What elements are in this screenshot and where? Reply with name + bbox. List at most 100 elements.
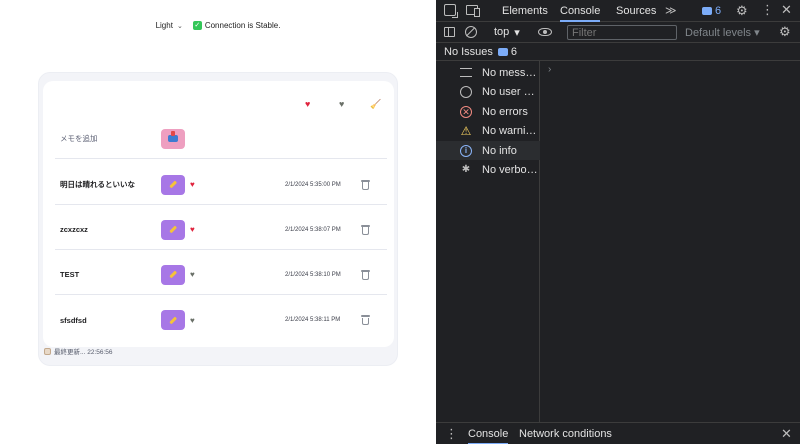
calendar-icon xyxy=(44,347,51,355)
message-count: 6 xyxy=(715,5,722,17)
filter-input[interactable] xyxy=(567,25,677,40)
sidebar-item-label: No verbose xyxy=(482,163,538,176)
chat-icon xyxy=(497,47,508,56)
sidebar-toggle-icon[interactable] xyxy=(444,27,455,37)
more-options-icon[interactable]: ⋮ xyxy=(761,3,774,16)
pencil-icon xyxy=(169,270,177,279)
chevron-down-icon: ⌄ xyxy=(176,22,183,30)
trash-icon[interactable] xyxy=(361,224,370,235)
memo-row: TEST ♥ 2/1/2024 5:38:10 PM xyxy=(55,255,387,295)
favorites-filter-icon[interactable]: ♥ xyxy=(305,99,310,109)
theme-select[interactable]: Light ⌄ xyxy=(156,21,183,30)
sidebar-item-messages[interactable]: No messages xyxy=(436,63,540,82)
bug-icon: ✱ xyxy=(461,163,471,175)
edit-button[interactable] xyxy=(161,174,185,195)
issues-bar: No Issues 6 xyxy=(436,43,800,61)
context-select[interactable]: top ▾ xyxy=(494,26,520,39)
tab-console[interactable]: Console xyxy=(560,0,601,22)
console-toolbar: top ▾ Default levels ▾ ⚙ xyxy=(436,22,800,43)
app-pane: Light ⌄ ✓ Connection is Stable. ♥ ♥ 🧹 メモ… xyxy=(0,0,436,444)
memo-text: zcxzcxz xyxy=(60,225,88,234)
connection-text: Connection is Stable. xyxy=(204,21,281,30)
devtools-drawer: ⋮ Console Network conditions ✕ xyxy=(436,422,800,444)
sidebar-item-info[interactable]: i No info xyxy=(436,141,540,160)
edit-button[interactable] xyxy=(161,310,185,330)
sidebar-item-label: No errors xyxy=(482,105,528,118)
settings-gear-icon[interactable]: ⚙ xyxy=(736,4,748,17)
devtools-tab-bar: Elements Console Sources ≫ 6 ⚙ ⋮ ✕ xyxy=(436,0,800,22)
sidebar-item-label: No user messages xyxy=(482,85,538,98)
issues-count: 6 xyxy=(510,45,518,58)
add-memo-row: メモを追加 xyxy=(55,119,387,159)
drawer-tab-network-conditions[interactable]: Network conditions xyxy=(519,423,612,444)
sidebar-item-errors[interactable]: ✕ No errors xyxy=(436,102,540,121)
last-updated: 最終更新... 22:56:56 xyxy=(44,346,113,356)
trash-icon[interactable] xyxy=(361,179,370,190)
inspect-element-icon[interactable] xyxy=(444,4,458,18)
sidebar-item-warnings[interactable]: ⚠ No warnings xyxy=(436,121,540,140)
memo-text: 明日は晴れるといいな xyxy=(60,180,135,189)
sidebar-item-label: No info xyxy=(482,144,517,157)
memo-row: 明日は晴れるといいな ♥ 2/1/2024 5:35:00 PM xyxy=(55,165,387,205)
close-icon[interactable]: ✕ xyxy=(781,3,792,16)
edit-button[interactable] xyxy=(161,219,185,240)
unfavorited-filter-icon[interactable]: ♥ xyxy=(339,99,344,109)
memo-row: sfsdfsd ♥ 2/1/2024 5:38:11 PM xyxy=(55,300,387,340)
tab-sources[interactable]: Sources xyxy=(616,0,656,22)
check-icon: ✓ xyxy=(192,21,202,30)
list-icon xyxy=(460,68,472,77)
broom-icon[interactable]: 🧹 xyxy=(370,99,381,110)
pencil-icon xyxy=(169,180,177,189)
triangle-down-icon: ▾ xyxy=(514,27,520,39)
issues-count-badge[interactable]: 6 xyxy=(497,45,518,58)
drawer-menu-icon[interactable]: ⋮ xyxy=(445,426,458,442)
issues-label: No Issues xyxy=(444,45,493,58)
trash-icon[interactable] xyxy=(361,269,370,280)
memo-text: sfsdfsd xyxy=(60,315,87,325)
console-settings-gear-icon[interactable]: ⚙ xyxy=(779,25,791,38)
sidebar-item-user-messages[interactable]: No user messages xyxy=(436,82,540,101)
pencil-icon xyxy=(169,316,177,324)
memo-date: 2/1/2024 5:35:00 PM xyxy=(285,181,341,188)
devtools-panel: Elements Console Sources ≫ 6 ⚙ ⋮ ✕ top ▾… xyxy=(436,0,800,444)
pencil-icon xyxy=(169,225,177,234)
memo-text: TEST xyxy=(60,270,80,279)
inbox-tray-icon xyxy=(168,131,178,142)
info-icon: i xyxy=(460,144,472,157)
sidebar-item-verbose[interactable]: ✱ No verbose xyxy=(436,160,540,179)
message-count-badge[interactable]: 6 xyxy=(702,5,721,17)
tab-elements[interactable]: Elements xyxy=(502,0,548,22)
last-updated-text: 最終更新... 22:56:56 xyxy=(54,349,113,356)
memo-date: 2/1/2024 5:38:11 PM xyxy=(285,317,341,323)
favorite-heart-icon[interactable]: ♥ xyxy=(190,316,195,325)
favorite-heart-icon[interactable]: ♥ xyxy=(190,270,195,279)
theme-select-value: Light xyxy=(155,21,173,30)
error-icon: ✕ xyxy=(460,105,472,118)
memo-card: ♥ ♥ 🧹 メモを追加 明日は晴れるといいな ♥ 2/1/2024 5:35:0… xyxy=(38,72,398,366)
device-toolbar-icon[interactable] xyxy=(466,5,480,17)
chat-icon xyxy=(702,7,712,15)
user-icon xyxy=(460,85,472,98)
add-memo-button[interactable] xyxy=(161,128,185,149)
console-sidebar: No messages No user messages ✕ No errors… xyxy=(436,61,540,422)
edit-button[interactable] xyxy=(161,264,185,285)
memo-date: 2/1/2024 5:38:10 PM xyxy=(285,271,341,278)
log-levels-dropdown[interactable]: Default levels ▾ xyxy=(685,26,760,39)
favorite-heart-icon[interactable]: ♥ xyxy=(190,225,195,234)
live-expression-eye-icon[interactable] xyxy=(538,28,552,36)
memo-row: zcxzcxz ♥ 2/1/2024 5:38:07 PM xyxy=(55,210,387,250)
clear-console-icon[interactable] xyxy=(465,26,477,38)
console-prompt-chevron-icon[interactable]: › xyxy=(548,64,551,75)
favorite-heart-icon[interactable]: ♥ xyxy=(190,180,195,189)
warning-icon: ⚠ xyxy=(460,123,472,138)
memo-date: 2/1/2024 5:38:07 PM xyxy=(285,226,341,233)
top-bar: Light ⌄ ✓ Connection is Stable. xyxy=(0,21,436,30)
more-tabs-icon[interactable]: ≫ xyxy=(665,0,677,22)
connection-status: ✓ Connection is Stable. xyxy=(192,21,281,30)
add-memo-input[interactable]: メモを追加 xyxy=(60,133,98,144)
context-value: top xyxy=(494,26,510,38)
trash-icon[interactable] xyxy=(361,315,370,325)
sidebar-item-label: No messages xyxy=(482,66,538,79)
drawer-tab-console[interactable]: Console xyxy=(468,423,509,444)
drawer-close-icon[interactable]: ✕ xyxy=(781,426,792,442)
